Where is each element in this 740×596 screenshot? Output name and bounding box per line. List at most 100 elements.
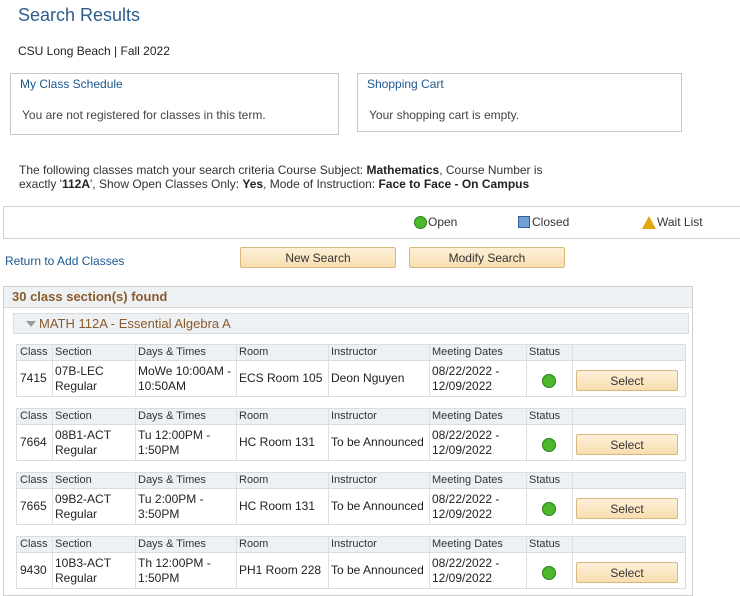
- column-divider: [429, 473, 430, 524]
- column-header: Class: [20, 346, 48, 358]
- return-to-add-classes-link[interactable]: Return to Add Classes: [5, 254, 124, 268]
- column-header: Meeting Dates: [432, 538, 503, 550]
- legend-closed-label: Closed: [532, 215, 570, 229]
- class-number-link[interactable]: 7664: [20, 435, 47, 450]
- select-class-button[interactable]: Select: [576, 370, 678, 391]
- column-divider: [52, 537, 53, 588]
- column-divider: [572, 345, 573, 396]
- my-class-schedule-text: You are not registered for classes in th…: [22, 108, 266, 122]
- select-class-button[interactable]: Select: [576, 434, 678, 455]
- column-divider: [429, 345, 430, 396]
- criteria-open-label: ', Show Open Classes Only:: [90, 177, 243, 191]
- results-count: 30 class section(s) found: [12, 289, 168, 304]
- column-divider: [429, 537, 430, 588]
- column-header: Instructor: [331, 474, 377, 486]
- section-code-link[interactable]: 08B1-ACT: [55, 428, 111, 443]
- legend-open-label: Open: [428, 215, 458, 229]
- class-number-link[interactable]: 9430: [20, 563, 47, 578]
- column-header: Room: [239, 410, 269, 422]
- column-divider: [328, 409, 329, 460]
- column-header: Room: [239, 474, 269, 486]
- column-divider: [429, 409, 430, 460]
- column-header: Status: [529, 538, 561, 550]
- class-section-row: Class Section Days & Times Room Instructor Me…: [16, 408, 686, 461]
- criteria-mode-label: , Mode of Instruction:: [263, 177, 379, 191]
- criteria-number: 112A: [61, 177, 91, 191]
- wait-list-status-icon: [642, 215, 656, 229]
- shopping-cart-title: Shopping Cart: [367, 77, 444, 91]
- criteria-open-value: Yes: [242, 177, 264, 191]
- days-times-end: 1:50PM: [138, 443, 180, 457]
- column-divider: [572, 537, 573, 588]
- days-times: Tu 2:00PM -: [138, 492, 204, 506]
- column-header: Section: [55, 346, 92, 358]
- section-table-header: Class Section Days & Times Room Instructor Me…: [17, 537, 685, 553]
- column-divider: [236, 473, 237, 524]
- criteria-intro: The following classes match your search …: [19, 163, 367, 177]
- instructor: To be Announced: [331, 563, 424, 577]
- my-class-schedule-title: My Class Schedule: [20, 77, 123, 91]
- days-times-end: 3:50PM: [138, 507, 180, 521]
- column-divider: [572, 409, 573, 460]
- section-type-link[interactable]: Regular: [55, 379, 97, 394]
- column-header: Days & Times: [138, 346, 206, 358]
- select-class-button[interactable]: Select: [576, 562, 678, 583]
- search-results-panel: 30 class section(s) found MATH 112A - Es…: [3, 286, 693, 596]
- meeting-dates-start: 08/22/2022 -: [432, 428, 500, 442]
- meeting-dates-end: 12/09/2022: [432, 507, 493, 521]
- section-type-link[interactable]: Regular: [55, 571, 97, 586]
- select-class-button[interactable]: Select: [576, 498, 678, 519]
- course-group-header[interactable]: MATH 112A - Essential Algebra A: [13, 313, 689, 334]
- open-status-icon: [542, 502, 556, 516]
- criteria-mode-value: Face to Face - On Campus: [378, 177, 530, 191]
- shopping-cart-box: Shopping Cart Your shopping cart is empt…: [357, 73, 682, 132]
- column-header: Meeting Dates: [432, 346, 503, 358]
- column-divider: [52, 473, 53, 524]
- legend-wait-list: Wait List: [642, 215, 703, 229]
- column-header: Section: [55, 410, 92, 422]
- column-header: Days & Times: [138, 538, 206, 550]
- meeting-dates-end: 12/09/2022: [432, 379, 493, 393]
- column-divider: [236, 345, 237, 396]
- meeting-dates-end: 12/09/2022: [432, 443, 493, 457]
- class-number-link[interactable]: 7415: [20, 371, 47, 386]
- column-header: Instructor: [331, 346, 377, 358]
- modify-search-button[interactable]: Modify Search: [409, 247, 565, 268]
- column-header: Room: [239, 346, 269, 358]
- room: HC Room 131: [239, 499, 316, 513]
- collapse-triangle-icon[interactable]: [26, 321, 36, 327]
- section-table-header: Class Section Days & Times Room Instructor Me…: [17, 473, 685, 489]
- class-section-row: Class Section Days & Times Room Instructor Me…: [16, 536, 686, 589]
- search-criteria-text: The following classes match your search …: [19, 163, 579, 191]
- column-divider: [328, 345, 329, 396]
- section-code-link[interactable]: 07B-LEC: [55, 364, 104, 379]
- legend-closed: Closed: [518, 215, 569, 229]
- section-type-link[interactable]: Regular: [55, 443, 97, 458]
- column-divider: [135, 537, 136, 588]
- days-times: Tu 12:00PM -: [138, 428, 211, 442]
- legend-open: Open: [414, 215, 457, 229]
- column-header: Instructor: [331, 538, 377, 550]
- results-count-header: 30 class section(s) found: [4, 287, 692, 308]
- open-status-icon: [414, 215, 427, 229]
- class-number-link[interactable]: 7665: [20, 499, 47, 514]
- column-divider: [135, 345, 136, 396]
- room: ECS Room 105: [239, 371, 323, 385]
- section-code-link[interactable]: 10B3-ACT: [55, 556, 111, 571]
- meeting-dates-start: 08/22/2022 -: [432, 492, 500, 506]
- column-divider: [328, 537, 329, 588]
- column-divider: [572, 473, 573, 524]
- section-table-header: Class Section Days & Times Room Instructor Me…: [17, 409, 685, 425]
- column-header: Days & Times: [138, 410, 206, 422]
- column-header: Instructor: [331, 410, 377, 422]
- days-times-end: 1:50PM: [138, 571, 180, 585]
- page-title: Search Results: [18, 5, 141, 25]
- column-header: Status: [529, 474, 561, 486]
- column-header: Class: [20, 410, 48, 422]
- column-header: Class: [20, 538, 48, 550]
- course-title: MATH 112A - Essential Algebra A: [39, 316, 231, 331]
- section-code-link[interactable]: 09B2-ACT: [55, 492, 111, 507]
- new-search-button[interactable]: New Search: [240, 247, 396, 268]
- column-divider: [236, 409, 237, 460]
- section-type-link[interactable]: Regular: [55, 507, 97, 522]
